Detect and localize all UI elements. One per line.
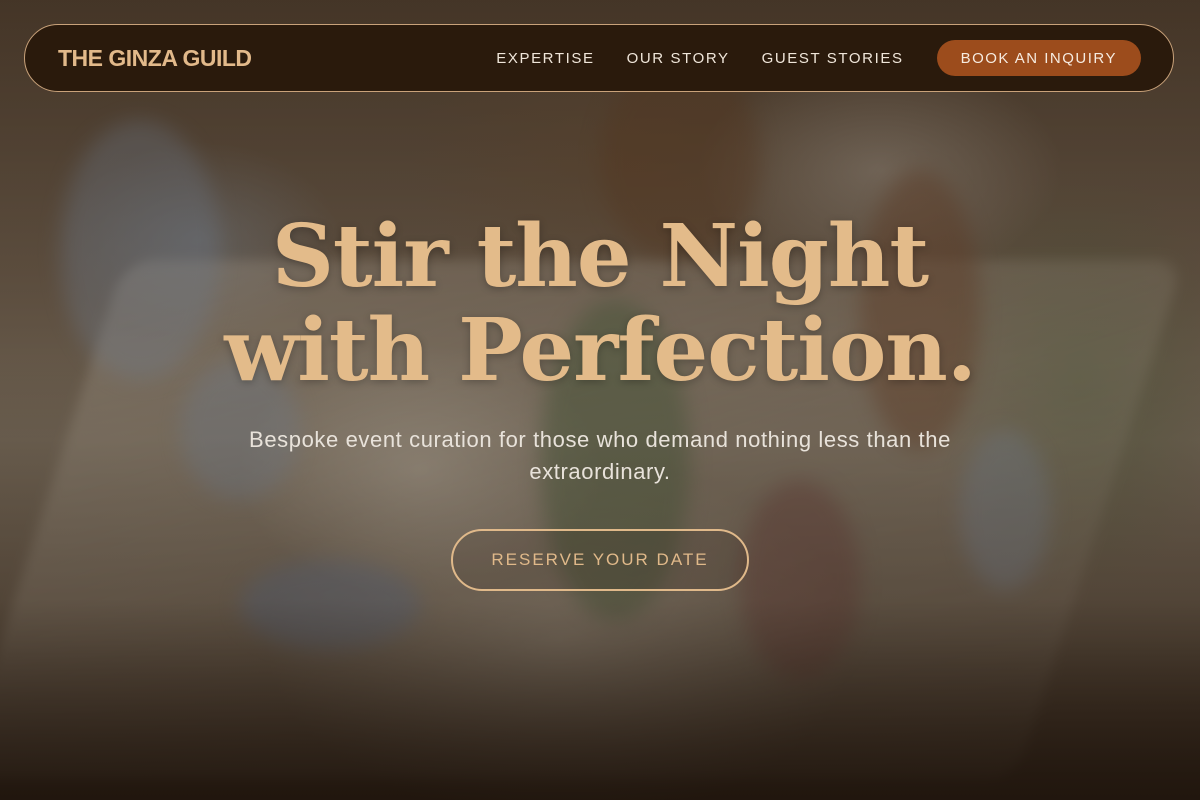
hero-title-line-2: with Perfection.: [224, 300, 977, 401]
landing-page: THE GINZA GUILD EXPERTISE OUR STORY GUES…: [0, 0, 1200, 800]
nav-link-our-story[interactable]: OUR STORY: [627, 50, 730, 67]
hero-subtitle: Bespoke event curation for those who dem…: [249, 427, 951, 484]
nav-link-expertise[interactable]: EXPERTISE: [496, 50, 594, 67]
book-inquiry-button[interactable]: BOOK AN INQUIRY: [936, 40, 1141, 76]
nav-links: EXPERTISE OUR STORY GUEST STORIES: [496, 50, 903, 67]
top-navbar: THE GINZA GUILD EXPERTISE OUR STORY GUES…: [24, 24, 1174, 92]
hero-title: Stir the Night with Perfection.: [0, 210, 1200, 398]
hero-title-line-1: Stir the Night: [271, 206, 929, 307]
nav-link-guest-stories[interactable]: GUEST STORIES: [762, 50, 904, 67]
brand-logo[interactable]: THE GINZA GUILD: [58, 45, 252, 72]
reserve-date-button[interactable]: RESERVE YOUR DATE: [451, 529, 749, 591]
